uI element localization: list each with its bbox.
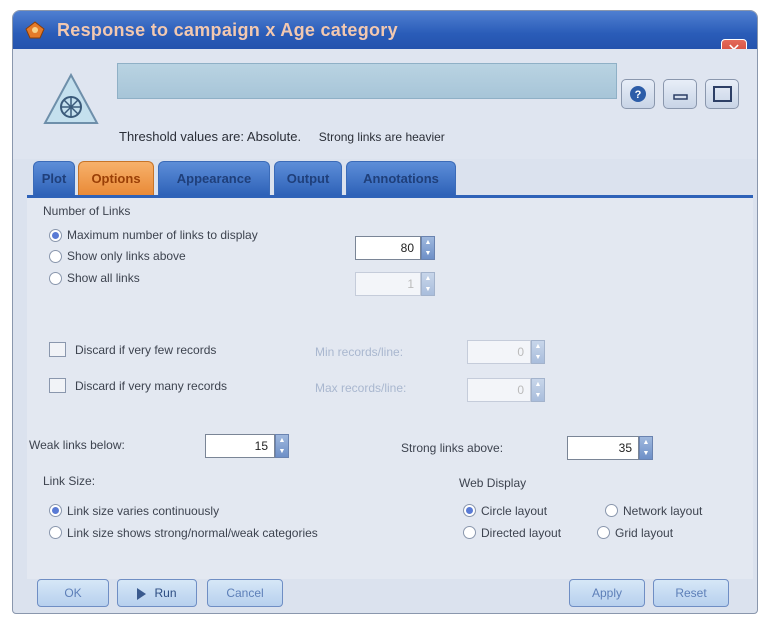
number-of-links-label: Number of Links	[43, 204, 131, 218]
grid-layout-radio[interactable]	[597, 526, 610, 539]
maximize-icon	[713, 86, 732, 102]
max-links-radio[interactable]	[49, 229, 62, 242]
strong-links-value[interactable]: 35	[567, 436, 639, 460]
play-icon	[137, 587, 147, 600]
stepper-arrows-icon[interactable]: ▲ ▼	[275, 434, 289, 458]
weak-links-label: Weak links below:	[29, 438, 125, 452]
help-button[interactable]: ?	[621, 79, 655, 109]
svg-text:?: ?	[635, 89, 642, 101]
help-icon: ?	[630, 86, 646, 102]
show-above-value[interactable]: 1	[355, 272, 421, 296]
circle-layout-radio[interactable]	[463, 504, 476, 517]
link-size-continuous-label: Link size varies continuously	[67, 504, 220, 518]
min-records-label: Min records/line:	[315, 345, 404, 359]
apply-button[interactable]: Apply	[569, 579, 645, 607]
stepper-arrows-icon[interactable]: ▲ ▼	[639, 436, 653, 460]
show-above-radio[interactable]	[49, 250, 62, 263]
stepper-arrows-icon[interactable]: ▲ ▼	[531, 378, 545, 402]
web-display-label: Web Display	[459, 476, 527, 490]
tab-options[interactable]: Options	[78, 161, 154, 195]
minimize-button[interactable]	[663, 79, 697, 109]
reset-button[interactable]: Reset	[653, 579, 729, 607]
show-all-radio[interactable]	[49, 272, 62, 285]
run-label: Run	[154, 586, 177, 600]
discard-many-label: Discard if very many records	[75, 379, 228, 393]
network-layout-radio[interactable]	[605, 504, 618, 517]
dialog-window: Response to campaign x Age category ✕ Th…	[12, 10, 758, 614]
weak-links-value[interactable]: 15	[205, 434, 275, 458]
max-links-value[interactable]: 80	[355, 236, 421, 260]
link-size-continuous-radio[interactable]	[49, 504, 62, 517]
tab-annotations[interactable]: Annotations	[346, 161, 456, 195]
max-links-label: Maximum number of links to display	[67, 228, 258, 242]
stepper-arrows-icon[interactable]: ▲ ▼	[531, 340, 545, 364]
min-records-value[interactable]: 0	[467, 340, 531, 364]
threshold-text: Threshold values are: Absolute.	[119, 129, 302, 144]
button-bar: OK Run Cancel Apply Reset	[13, 579, 757, 613]
directed-layout-radio[interactable]	[463, 526, 476, 539]
run-button[interactable]: Run	[117, 579, 197, 607]
web-node-icon	[43, 72, 99, 124]
directed-layout-label: Directed layout	[481, 526, 562, 540]
tab-plot[interactable]: Plot	[33, 161, 75, 195]
threshold-info: Threshold values are: Absolute. Strong l…	[119, 129, 445, 144]
discard-few-checkbox[interactable]	[49, 342, 66, 357]
tab-output[interactable]: Output	[274, 161, 342, 195]
minimize-icon	[673, 94, 688, 100]
maximize-button[interactable]	[705, 79, 739, 109]
window-title: Response to campaign x Age category	[57, 20, 398, 40]
options-panel: Number of Links Maximum number of links …	[27, 195, 753, 579]
stepper-arrows-icon[interactable]: ▲ ▼	[421, 272, 435, 296]
max-records-value[interactable]: 0	[467, 378, 531, 402]
link-size-categories-radio[interactable]	[49, 526, 62, 539]
max-records-label: Max records/line:	[315, 381, 407, 395]
show-above-label: Show only links above	[67, 249, 186, 263]
title-bar[interactable]: Response to campaign x Age category	[13, 11, 757, 49]
discard-few-label: Discard if very few records	[75, 343, 217, 357]
link-size-label: Link Size:	[43, 474, 96, 488]
tab-appearance[interactable]: Appearance	[158, 161, 270, 195]
link-size-categories-label: Link size shows strong/normal/weak categ…	[67, 526, 318, 540]
circle-layout-label: Circle layout	[481, 504, 548, 518]
web-node-icon	[25, 21, 45, 39]
stepper-arrows-icon[interactable]: ▲ ▼	[421, 236, 435, 260]
strong-links-label: Strong links above:	[401, 441, 504, 455]
network-layout-label: Network layout	[623, 504, 703, 518]
grid-layout-label: Grid layout	[615, 526, 674, 540]
show-all-label: Show all links	[67, 271, 140, 285]
cancel-button[interactable]: Cancel	[207, 579, 283, 607]
discard-many-checkbox[interactable]	[49, 378, 66, 393]
node-name-field[interactable]	[117, 63, 617, 99]
ok-button[interactable]: OK	[37, 579, 109, 607]
strong-links-text: Strong links are heavier	[318, 130, 445, 144]
